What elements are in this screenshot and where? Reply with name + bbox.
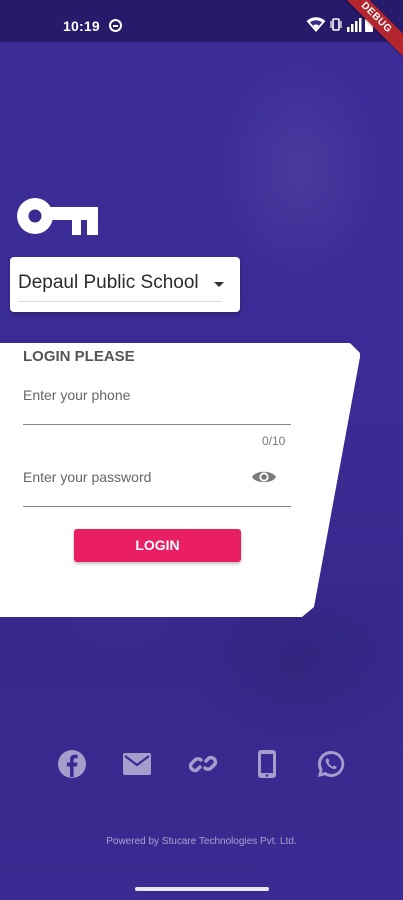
school-dropdown[interactable]: Depaul Public School (10, 257, 240, 312)
login-card: LOGIN PLEASE Enter your phone 0/10 Enter… (0, 343, 360, 617)
facebook-icon[interactable] (56, 748, 88, 780)
password-input[interactable]: Enter your password (23, 469, 151, 485)
phone-input[interactable]: Enter your phone (23, 387, 130, 403)
powered-by-text: Powered by Stucare Technologies Pvt. Ltd… (106, 836, 297, 847)
phone-icon[interactable] (251, 748, 283, 780)
social-links (0, 748, 403, 782)
wifi-icon (306, 17, 326, 38)
dropdown-underline (18, 301, 222, 302)
dropdown-arrow-icon (214, 282, 224, 287)
show-password-eye-icon[interactable] (251, 468, 277, 486)
do-not-disturb-icon (109, 19, 122, 32)
school-dropdown-value: Depaul Public School (18, 272, 199, 293)
mail-icon[interactable] (121, 748, 153, 780)
login-button[interactable]: LOGIN (74, 529, 241, 562)
password-input-underline (23, 506, 291, 507)
signal-icon (346, 17, 362, 38)
key-icon (17, 198, 98, 235)
home-indicator[interactable] (135, 887, 269, 891)
status-bar: 10:19 (0, 0, 403, 42)
phone-char-counter: 0/10 (262, 434, 286, 448)
status-time: 10:19 (63, 18, 100, 34)
phone-input-underline (23, 424, 291, 425)
whatsapp-icon[interactable] (315, 748, 347, 780)
link-icon[interactable] (187, 748, 219, 780)
vibrate-icon (330, 17, 342, 38)
login-title: LOGIN PLEASE (23, 348, 135, 365)
